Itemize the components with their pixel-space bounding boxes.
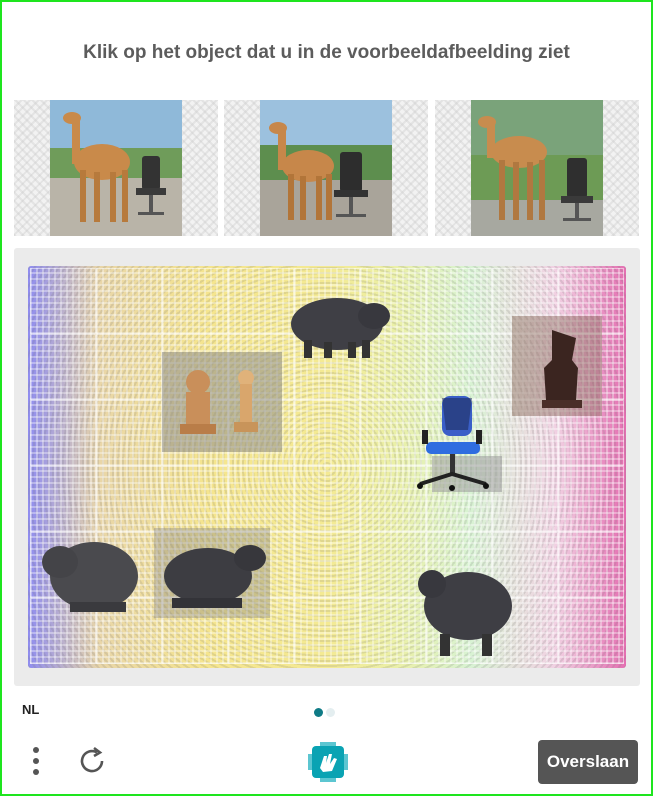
pagination-dot-1[interactable] (314, 708, 323, 717)
grid-tile[interactable] (294, 400, 360, 466)
grid-tile[interactable] (228, 466, 294, 532)
grid-tile[interactable] (294, 532, 360, 598)
language-selector[interactable]: NL (22, 702, 39, 717)
camel-chair-illustration (471, 100, 603, 236)
capybara-object[interactable] (36, 522, 146, 622)
chess-piece-object[interactable] (512, 316, 602, 416)
grid-tile[interactable] (30, 268, 96, 334)
office-chair-object[interactable] (402, 390, 502, 494)
grid-tile[interactable] (162, 268, 228, 334)
grid-tile[interactable] (96, 400, 162, 466)
chess-pieces-object[interactable] (162, 352, 282, 452)
grid-tile[interactable] (96, 334, 162, 400)
grid-tile[interactable] (294, 598, 360, 664)
camel-chair-illustration (50, 100, 182, 236)
example-images (14, 100, 639, 236)
grid-tile[interactable] (426, 268, 492, 334)
capybara-object[interactable] (282, 286, 392, 366)
grid-tile[interactable] (558, 532, 624, 598)
grid-tile[interactable] (558, 466, 624, 532)
vertical-dots-icon (33, 747, 39, 775)
example-image-3 (435, 100, 639, 236)
refresh-button[interactable] (76, 744, 108, 778)
capybara-object[interactable] (154, 528, 270, 618)
grid-tile[interactable] (30, 334, 96, 400)
grid-tile[interactable] (30, 400, 96, 466)
hcaptcha-logo-icon (308, 742, 348, 782)
example-image-1 (14, 100, 218, 236)
example-image-2 (224, 100, 428, 236)
captcha-frame: Klik op het object dat u in de voorbeeld… (0, 0, 653, 796)
capybara-object[interactable] (410, 554, 520, 664)
menu-button[interactable] (26, 744, 46, 778)
camel-chair-illustration (260, 100, 392, 236)
pagination-dot-2[interactable] (326, 708, 335, 717)
skip-button[interactable]: Overslaan (538, 740, 638, 784)
refresh-icon (80, 746, 104, 773)
challenge-prompt: Klik op het object dat u in de voorbeeld… (83, 42, 570, 63)
challenge-image-grid[interactable] (28, 266, 626, 668)
hcaptcha-logo[interactable] (306, 740, 350, 784)
grid-tile[interactable] (162, 466, 228, 532)
grid-tile[interactable] (96, 268, 162, 334)
grid-tile[interactable] (558, 598, 624, 664)
grid-tile[interactable] (294, 466, 360, 532)
challenge-area (14, 248, 640, 686)
pagination-dots (314, 704, 338, 722)
